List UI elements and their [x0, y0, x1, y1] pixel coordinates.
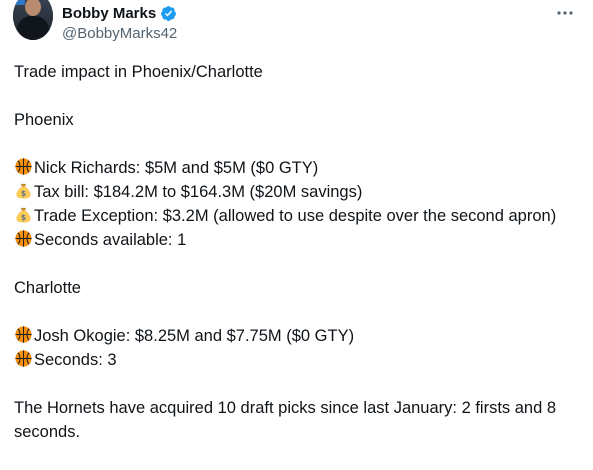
list-item: Nick Richards: $5M and $5M ($0 GTY) — [14, 156, 574, 180]
tweet-header: Bobby Marks @BobbyMarks42 — [62, 4, 177, 42]
charlotte-heading: Charlotte — [14, 279, 81, 297]
more-options-button[interactable] — [555, 4, 575, 22]
author-handle[interactable]: @BobbyMarks42 — [62, 25, 177, 42]
tweet: Bobby Marks @BobbyMarks42 Trade impact i… — [0, 0, 593, 470]
closing-text: The Hornets have acquired 10 draft picks… — [14, 399, 561, 441]
charlotte-line-2: Seconds: 3 — [34, 351, 117, 369]
list-item: $ Trade Exception: $3.2M (allowed to use … — [14, 204, 574, 228]
svg-text:$: $ — [21, 189, 26, 198]
phoenix-line-4: Seconds available: 1 — [34, 231, 187, 249]
author-display-name[interactable]: Bobby Marks — [62, 5, 156, 22]
basketball-icon — [15, 350, 32, 367]
phoenix-heading: Phoenix — [14, 111, 74, 129]
avatar[interactable] — [13, 0, 53, 40]
phoenix-line-2: Tax bill: $184.2M to $164.3M ($20M savin… — [34, 183, 363, 201]
money-bag-icon: $ — [16, 183, 31, 199]
tweet-text: Trade impact in Phoenix/Charlotte Phoeni… — [14, 60, 574, 444]
charlotte-line-1: Josh Okogie: $8.25M and $7.75M ($0 GTY) — [34, 327, 355, 345]
phoenix-line-1: Nick Richards: $5M and $5M ($0 GTY) — [34, 159, 319, 177]
verified-badge-icon — [161, 6, 177, 21]
svg-text:$: $ — [21, 213, 26, 222]
list-item: Josh Okogie: $8.25M and $7.75M ($0 GTY) — [14, 324, 574, 348]
phoenix-line-3: Trade Exception: $3.2M (allowed to use d… — [34, 207, 557, 225]
basketball-icon — [15, 230, 32, 247]
basketball-icon — [15, 158, 32, 175]
money-bag-icon: $ — [16, 207, 31, 223]
basketball-icon — [15, 326, 32, 343]
list-item: Seconds available: 1 — [14, 228, 574, 252]
intro-text: Trade impact in Phoenix/Charlotte — [14, 63, 263, 81]
more-horizontal-icon — [557, 11, 573, 15]
list-item: Seconds: 3 — [14, 348, 574, 372]
list-item: $ Tax bill: $184.2M to $164.3M ($20M savi… — [14, 180, 574, 204]
name-row: Bobby Marks — [62, 4, 177, 23]
